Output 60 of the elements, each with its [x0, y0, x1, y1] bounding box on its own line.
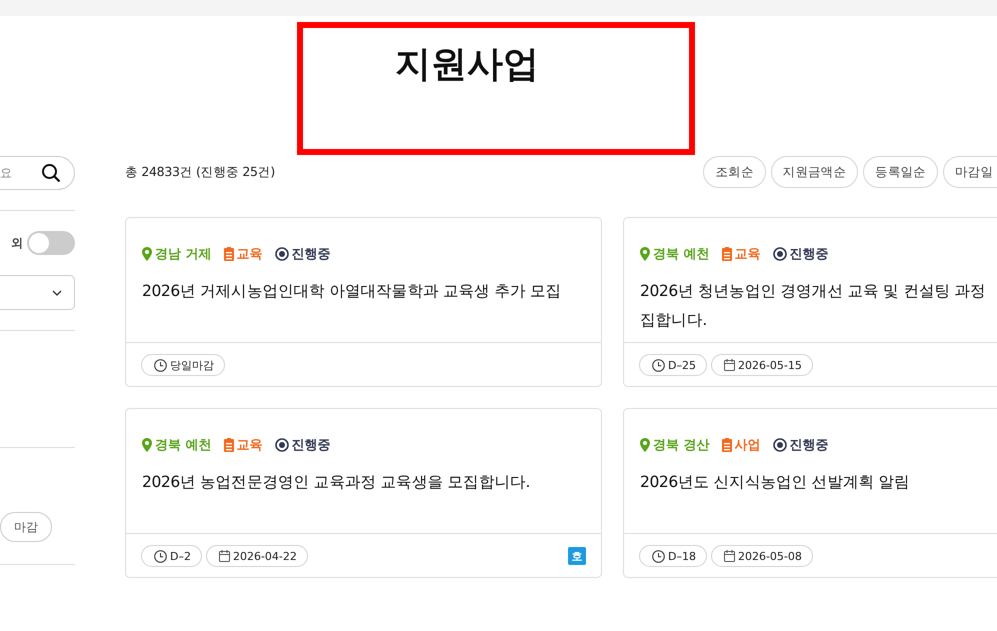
calendar-icon	[218, 550, 230, 562]
card-title[interactable]: 2026년도 신지식농업인 선발계획 알림	[640, 468, 910, 497]
search-field[interactable]: 요	[0, 156, 75, 190]
map-pin-icon	[640, 438, 650, 452]
status-tag: 진행중	[274, 245, 331, 263]
status-tag: 진행중	[772, 436, 829, 454]
deadline-chip: D–2	[141, 545, 202, 567]
card[interactable]: 경남 거제 교육 진행중 2026년 거제시농업인대학 아열대작물학과 교육생 추가 모집 당일마감	[125, 217, 602, 387]
calendar-icon	[724, 550, 735, 562]
clipboard-icon	[224, 247, 234, 261]
card-title[interactable]: 2026년 거제시농업인대학 아열대작물학과 교육생 추가 모집	[142, 277, 562, 306]
category-tag: 교육	[224, 436, 263, 454]
card[interactable]: 경북 예천 교육 진행중 2026년 청년농업인 경영개선 교육 및 컨설팅 과정 집합니다. D–25 2026-05-15	[623, 217, 997, 387]
status-tag: 진행중	[772, 245, 829, 263]
clipboard-icon	[224, 438, 234, 452]
select-dropdown[interactable]	[0, 275, 75, 310]
clipboard-icon	[722, 438, 732, 452]
clock-icon	[652, 358, 665, 372]
clock-icon	[652, 550, 665, 562]
clock-icon	[154, 358, 167, 372]
filter-chip[interactable]: 마감	[0, 512, 52, 542]
card-title[interactable]: 2026년 청년농업인 경영개선 교육 및 컨설팅 과정 집합니다.	[640, 277, 986, 335]
date-chip: 2026-05-08	[710, 545, 813, 567]
category-tag: 교육	[722, 245, 761, 263]
search-icon	[41, 163, 61, 183]
map-pin-icon	[142, 247, 152, 261]
region-tag: 경북 경산	[640, 436, 710, 454]
sort-button[interactable]: 마감일	[942, 156, 997, 188]
date-chip: 2026-04-22	[206, 545, 308, 567]
sort-button[interactable]: 조회순	[703, 156, 766, 188]
sort-button[interactable]: 등록일순	[863, 156, 938, 188]
map-pin-icon	[640, 247, 650, 261]
map-pin-icon	[142, 438, 152, 452]
clipboard-icon	[722, 247, 732, 261]
chevron-down-icon	[52, 290, 62, 296]
sort-button[interactable]: 지원금액순	[770, 156, 858, 188]
page-title: 지원사업	[395, 43, 539, 87]
toggle-switch[interactable]	[27, 231, 75, 255]
region-tag: 경북 예천	[142, 436, 212, 454]
radio-dot-icon	[274, 438, 289, 452]
region-tag: 경북 예천	[640, 245, 710, 263]
date-chip: 2026-05-15	[710, 354, 813, 376]
card[interactable]: 경북 경산 사업 진행중 2026년도 신지식농업인 선발계획 알림 D–18 2026-05-08	[623, 408, 997, 578]
card-title[interactable]: 2026년 농업전문경영인 교육과정 교육생을 모집합니다.	[142, 468, 530, 497]
result-count: 총 24833건 (진행중 25건)	[125, 164, 275, 180]
deadline-chip: 당일마감	[141, 354, 225, 376]
radio-dot-icon	[274, 247, 289, 261]
deadline-chip: D–18	[639, 545, 707, 567]
category-tag: 사업	[722, 436, 761, 454]
status-tag: 진행중	[274, 436, 331, 454]
clock-icon	[154, 550, 167, 562]
toggle-label: 외	[11, 234, 23, 252]
calendar-icon	[724, 359, 735, 371]
badge-label: 호	[568, 547, 586, 565]
radio-dot-icon	[772, 247, 787, 261]
deadline-chip: D–25	[639, 354, 707, 376]
region-tag: 경남 거제	[142, 245, 212, 263]
card[interactable]: 경북 예천 교육 진행중 2026년 농업전문경영인 교육과정 교육생을 모집합니다. D–2 2026-04-22 호	[125, 408, 602, 578]
radio-dot-icon	[772, 438, 787, 452]
category-tag: 교육	[224, 245, 263, 263]
